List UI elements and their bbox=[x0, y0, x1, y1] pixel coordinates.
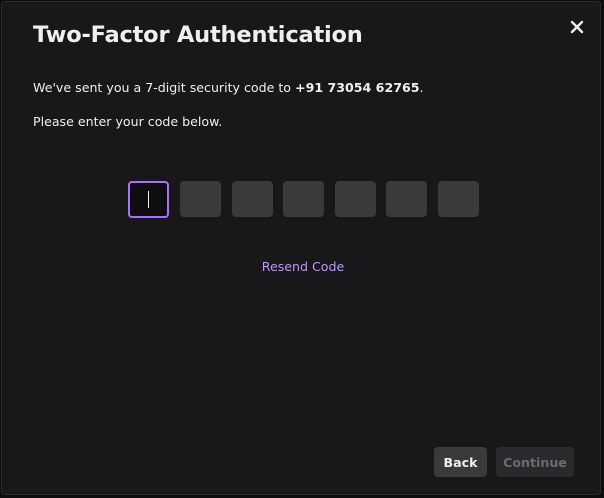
code-digit-1[interactable] bbox=[128, 181, 169, 218]
code-input-group bbox=[128, 181, 482, 219]
resend-code-link[interactable]: Resend Code bbox=[262, 259, 344, 274]
close-icon bbox=[570, 20, 584, 34]
continue-button[interactable]: Continue bbox=[496, 447, 574, 477]
phone-number: +91 73054 62765 bbox=[295, 80, 420, 95]
code-digit-7[interactable] bbox=[438, 181, 479, 217]
modal-title: Two-Factor Authentication bbox=[33, 22, 363, 48]
code-digit-6[interactable] bbox=[386, 181, 427, 217]
code-digit-5[interactable] bbox=[335, 181, 376, 217]
resend-row: Resend Code bbox=[2, 256, 604, 275]
back-button[interactable]: Back bbox=[434, 447, 487, 477]
code-digit-3[interactable] bbox=[232, 181, 273, 217]
code-sent-message: We've sent you a 7-digit security code t… bbox=[33, 80, 424, 95]
two-factor-modal: Two-Factor Authentication We've sent you… bbox=[1, 1, 601, 495]
code-digit-4[interactable] bbox=[283, 181, 324, 217]
close-button[interactable] bbox=[564, 14, 590, 40]
message-suffix: . bbox=[419, 80, 424, 95]
code-instruction: Please enter your code below. bbox=[33, 114, 223, 129]
message-prefix: We've sent you a 7-digit security code t… bbox=[33, 80, 296, 95]
code-digit-2[interactable] bbox=[180, 181, 221, 217]
